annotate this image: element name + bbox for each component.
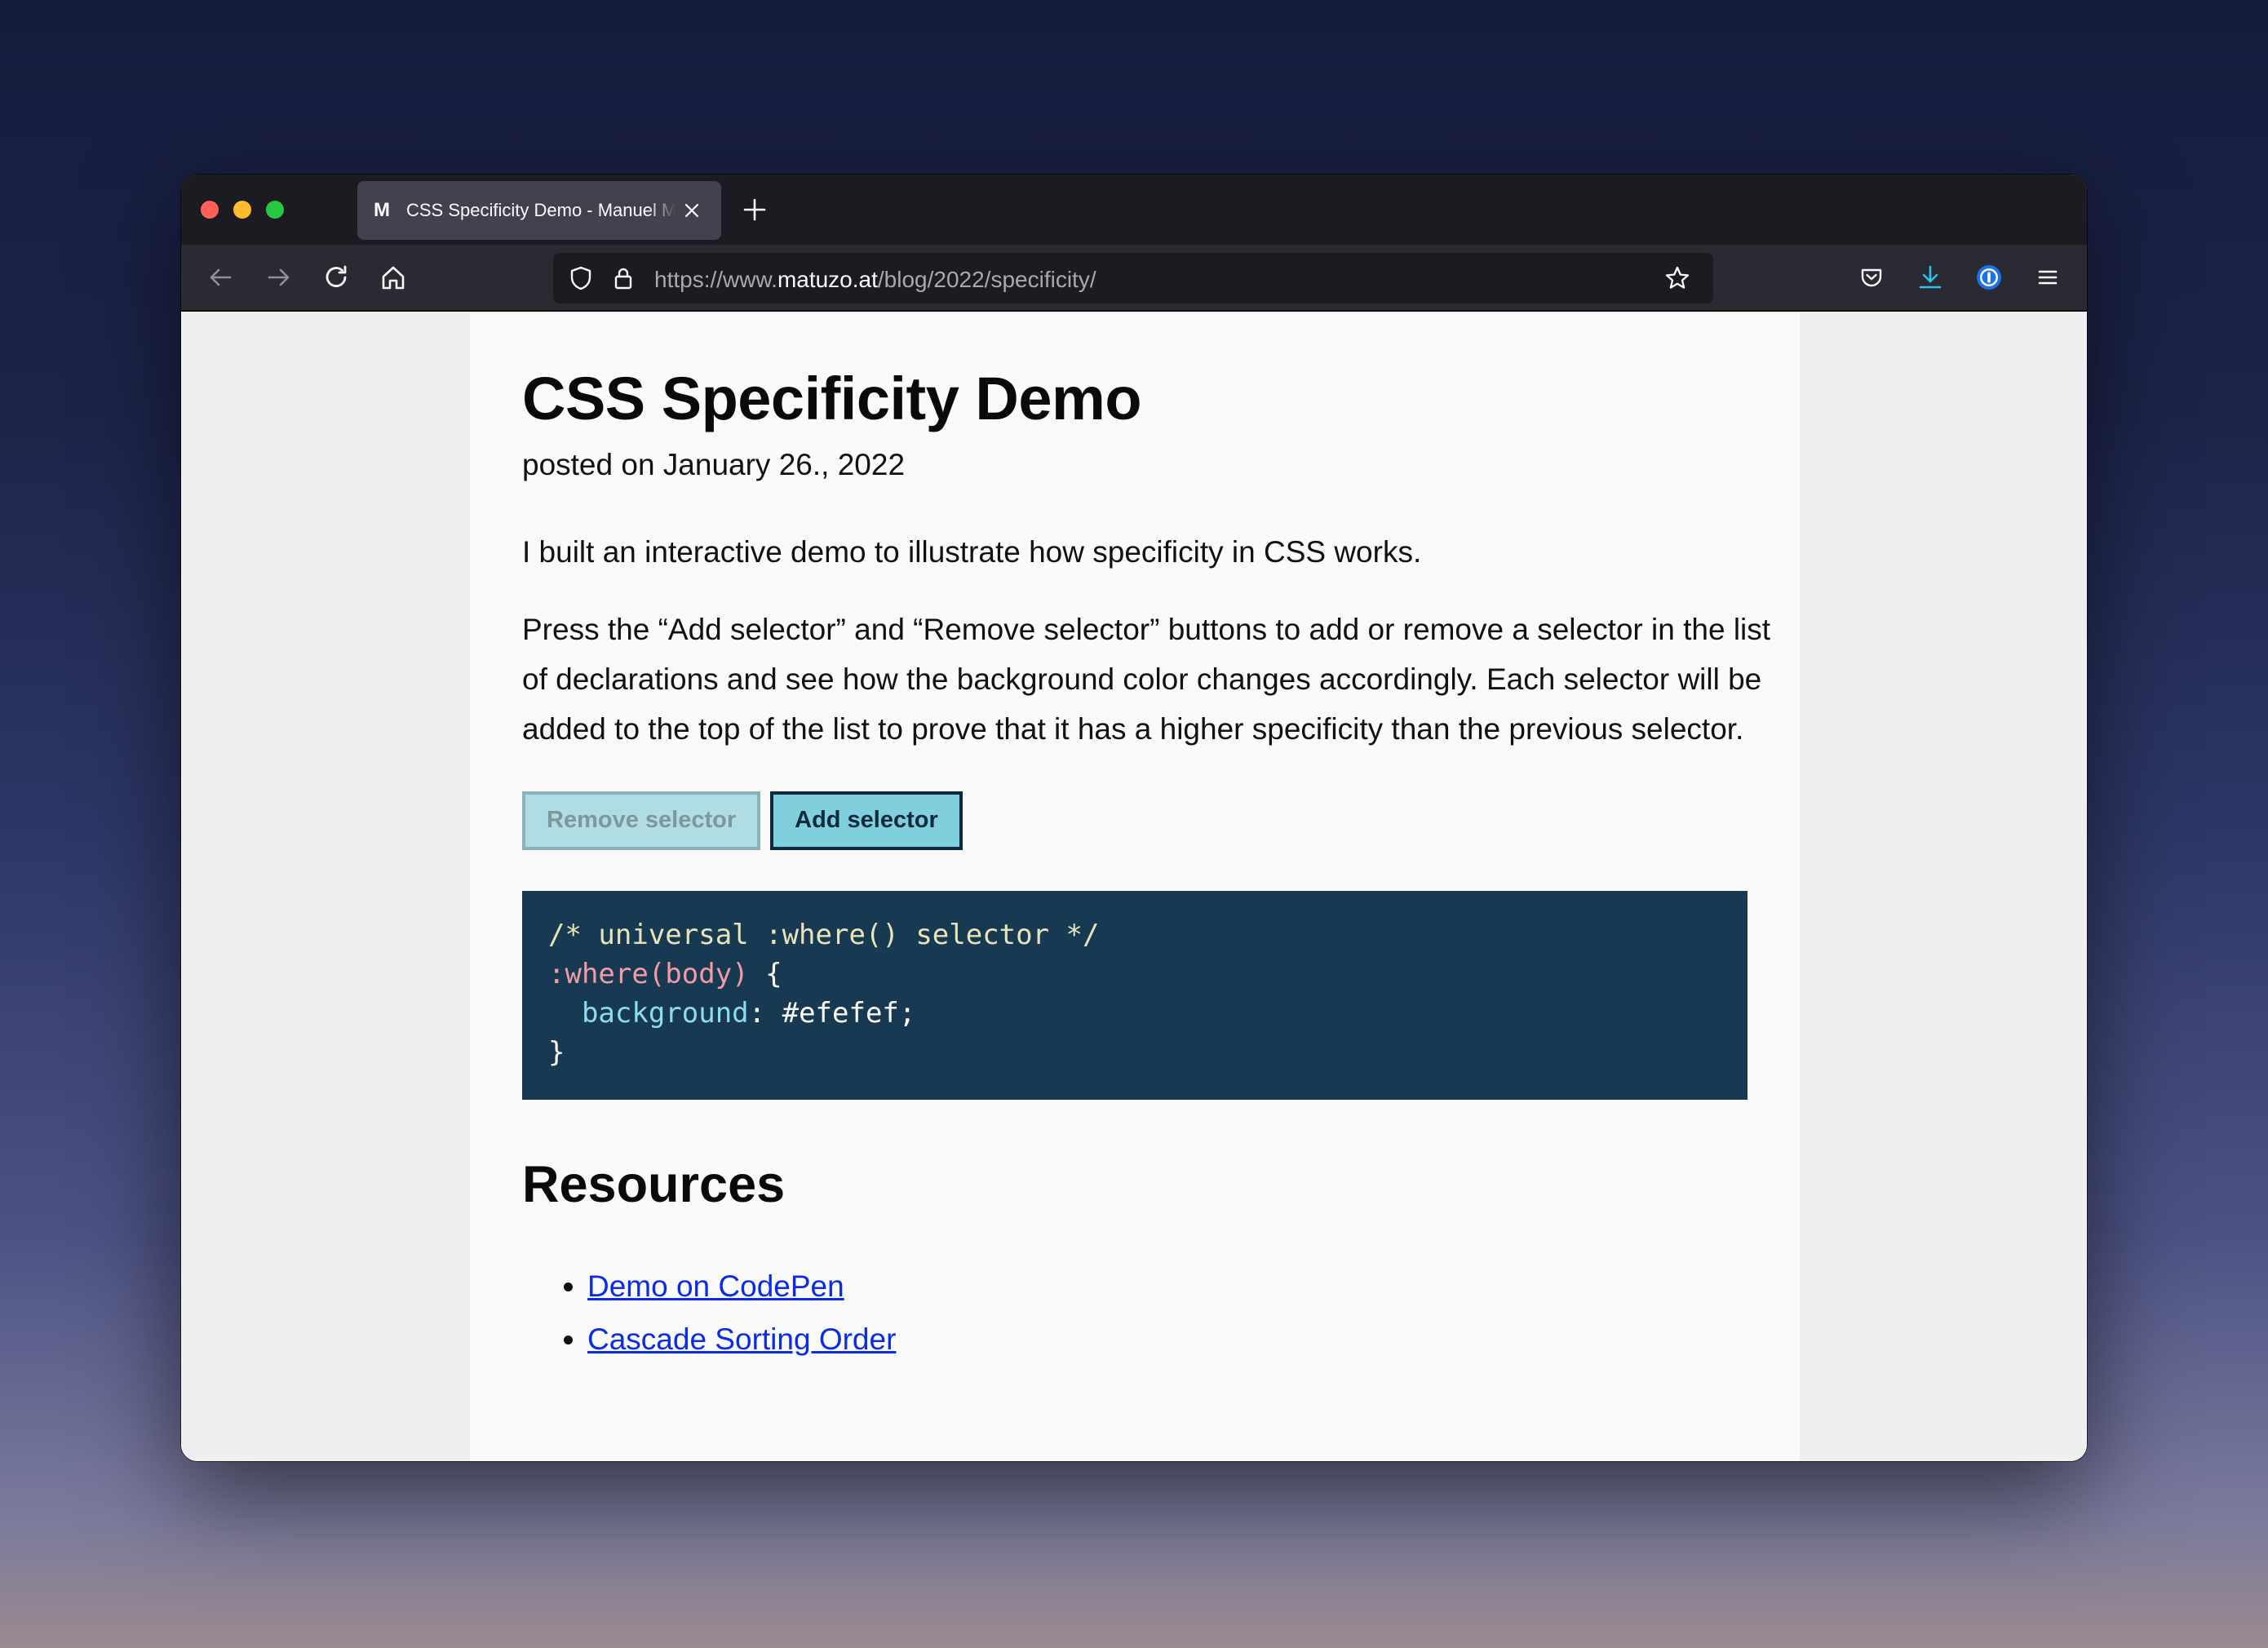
close-tab-icon[interactable] — [679, 197, 705, 224]
tab-strip: M CSS Specificity Demo - Manuel Matuzovi… — [181, 175, 2087, 245]
code-value: #efefef; — [782, 996, 916, 1030]
site-favicon: M — [374, 199, 390, 221]
address-bar[interactable]: https://www.matuzo.at/blog/2022/specific… — [553, 253, 1713, 303]
tab-active[interactable]: M CSS Specificity Demo - Manuel Matuzovi… — [357, 181, 721, 240]
code-selector: :where(body) — [548, 957, 749, 990]
code-property: background — [581, 996, 749, 1030]
list-item: Demo on CodePen — [587, 1260, 1748, 1313]
url-host: matuzo.at — [777, 267, 878, 292]
resources-list: Demo on CodePen Cascade Sorting Order — [522, 1260, 1748, 1366]
list-item: Cascade Sorting Order — [587, 1313, 1748, 1366]
browser-window: M CSS Specificity Demo - Manuel Matuzovi… — [181, 175, 2087, 1461]
code-close-brace: } — [548, 1035, 565, 1069]
url-prefix: https://www. — [654, 267, 777, 292]
close-window-button[interactable] — [201, 201, 219, 219]
shield-icon[interactable] — [565, 262, 597, 295]
code-comment: /* universal :where() selector */ — [548, 918, 1100, 951]
remove-selector-button[interactable]: Remove selector — [522, 791, 761, 850]
instructions-paragraph: Press the “Add selector” and “Remove sel… — [522, 612, 1771, 746]
demo-controls: Remove selector Add selector — [522, 791, 1748, 850]
star-icon[interactable] — [1661, 262, 1694, 295]
tab-title: CSS Specificity Demo - Manuel Matuzovic — [406, 200, 676, 220]
pocket-icon[interactable] — [1855, 261, 1888, 294]
url-path: /blog/2022/specificity/ — [877, 267, 1096, 292]
page-title: CSS Specificity Demo — [522, 365, 1142, 432]
resources-heading: Resources — [522, 1155, 786, 1213]
reload-icon[interactable] — [320, 261, 352, 294]
css-code-block: /* universal :where() selector */ :where… — [522, 890, 1748, 1100]
url-text[interactable]: https://www.matuzo.at/blog/2022/specific… — [654, 267, 1096, 293]
navigation-toolbar: https://www.matuzo.at/blog/2022/specific… — [181, 245, 2087, 312]
minimize-window-button[interactable] — [233, 201, 251, 219]
link-cascade-sorting-order[interactable]: Cascade Sorting Order — [587, 1322, 896, 1356]
window-controls — [201, 201, 284, 219]
forward-icon[interactable] — [263, 261, 295, 294]
code-colon: : — [748, 996, 782, 1030]
password-manager-icon[interactable] — [1973, 261, 2005, 294]
post-date: posted on January 26., 2022 — [522, 448, 906, 482]
link-demo-on-codepen[interactable]: Demo on CodePen — [587, 1269, 844, 1303]
code-open-brace: { — [748, 957, 782, 990]
home-icon[interactable] — [377, 261, 410, 294]
new-tab-icon[interactable] — [738, 193, 772, 227]
maximize-window-button[interactable] — [266, 201, 284, 219]
lock-icon[interactable] — [607, 262, 640, 295]
page-viewport: CSS Specificity Demo posted on January 2… — [181, 313, 2087, 1461]
article: CSS Specificity Demo posted on January 2… — [470, 313, 1800, 1461]
add-selector-button[interactable]: Add selector — [770, 791, 963, 850]
download-icon[interactable] — [1914, 261, 1947, 294]
back-icon[interactable] — [204, 261, 237, 294]
menu-icon[interactable] — [2031, 261, 2064, 294]
intro-paragraph: I built an interactive demo to illustrat… — [522, 535, 1422, 569]
